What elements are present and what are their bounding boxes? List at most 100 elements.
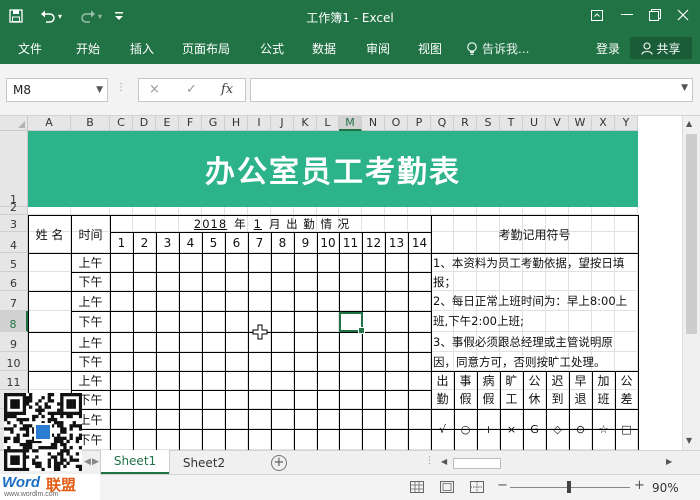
tab-insert[interactable]: 插入 — [130, 40, 154, 57]
cancel-icon[interactable]: × — [149, 82, 160, 97]
day-number: 1 — [117, 235, 126, 250]
enter-icon[interactable]: ✓ — [186, 82, 197, 97]
column-header[interactable]: U — [523, 116, 546, 131]
page-break-preview-icon[interactable] — [470, 481, 484, 496]
selected-cell[interactable] — [339, 312, 365, 334]
name-box[interactable]: M8 ▼ — [6, 78, 108, 102]
row-header[interactable]: 3 — [0, 215, 28, 232]
column-header[interactable]: S — [477, 116, 500, 131]
prev-sheet-icon[interactable]: ◀ — [84, 457, 91, 467]
legend-label-top: 迟 — [551, 374, 564, 388]
row-header[interactable]: 10 — [0, 352, 28, 371]
tab-split-handle-icon[interactable]: ⋮ — [425, 456, 434, 466]
column-header[interactable]: M — [339, 116, 362, 131]
horizontal-scroll-thumb[interactable] — [453, 458, 501, 469]
zoom-level[interactable]: 90% — [652, 481, 679, 495]
ribbon-display-options-icon[interactable] — [582, 4, 612, 26]
column-header[interactable]: P — [408, 116, 431, 131]
horizontal-scrollbar[interactable]: ◀ ▶ — [438, 457, 678, 470]
zoom-slider-knob[interactable] — [567, 481, 571, 493]
row-header[interactable]: 9 — [0, 332, 28, 352]
sheet-tab-sheet2[interactable]: Sheet2 — [170, 451, 238, 474]
column-header[interactable]: X — [592, 116, 615, 131]
redo-icon[interactable]: ▾ — [76, 6, 106, 26]
tab-home[interactable]: 开始 — [76, 40, 100, 57]
share-button[interactable]: 共享 — [630, 37, 692, 59]
row-header[interactable]: 1 — [0, 131, 28, 207]
column-header[interactable]: J — [271, 116, 294, 131]
column-header[interactable]: B — [71, 116, 110, 131]
scroll-right-icon[interactable]: ▶ — [666, 457, 672, 466]
column-header[interactable]: I — [248, 116, 271, 131]
legend-label-top: 公 — [528, 374, 541, 388]
column-header[interactable]: Y — [615, 116, 638, 131]
header-name: 姓 名 — [35, 227, 64, 242]
login-link[interactable]: 登录 — [596, 40, 620, 57]
row-header[interactable]: 8 — [0, 311, 28, 332]
sheet-tab-sheet1[interactable]: Sheet1 — [101, 450, 169, 474]
qr-code-icon — [4, 393, 83, 472]
legend-symbol: □ — [621, 423, 632, 436]
formula-input[interactable]: ▼ — [250, 78, 693, 102]
expand-formula-icon[interactable]: ▼ — [681, 83, 688, 93]
select-all-button[interactable] — [0, 116, 28, 131]
save-icon[interactable] — [6, 6, 26, 26]
zoom-out-icon[interactable]: − — [497, 478, 508, 493]
scroll-down-icon[interactable]: ▼ — [686, 436, 692, 445]
month-header-part: 2018 — [193, 216, 228, 231]
chevron-down-icon[interactable]: ▼ — [96, 79, 103, 101]
legend-symbol: √ — [438, 423, 446, 436]
add-sheet-icon[interactable]: + — [271, 455, 287, 471]
row-header[interactable]: 2 — [0, 201, 28, 215]
resize-handle-icon[interactable]: ⋮ — [116, 82, 126, 93]
tab-review[interactable]: 审阅 — [366, 40, 390, 57]
column-header[interactable]: R — [454, 116, 477, 131]
row-header[interactable]: 6 — [0, 272, 28, 291]
column-header[interactable]: E — [156, 116, 179, 131]
undo-icon[interactable]: ▾ — [36, 6, 66, 26]
customize-toolbar-icon[interactable] — [112, 6, 126, 26]
page-layout-view-icon[interactable] — [440, 481, 454, 496]
column-header[interactable]: L — [317, 116, 339, 131]
column-header[interactable]: W — [569, 116, 592, 131]
legend-symbol: ⊙ — [575, 423, 586, 436]
spreadsheet-grid[interactable]: 办公室员工考勤表 姓 名时间 考勤记用符号 2018 年 1 月 出 勤 情 况12345… — [0, 116, 700, 450]
column-header[interactable]: A — [28, 116, 71, 131]
tell-me-box[interactable]: 告诉我... — [466, 40, 529, 57]
row-header[interactable]: 5 — [0, 253, 28, 272]
row-header[interactable]: 7 — [0, 291, 28, 311]
column-header[interactable]: K — [294, 116, 317, 131]
restore-button[interactable] — [640, 4, 670, 26]
vertical-scrollbar[interactable]: ▲ ▼ — [682, 116, 700, 450]
scroll-up-icon[interactable]: ▲ — [686, 119, 692, 128]
scroll-left-icon[interactable]: ◀ — [441, 457, 447, 466]
row-header[interactable]: 4 — [0, 232, 28, 253]
shift-label: 上午 — [78, 335, 103, 350]
column-header[interactable]: D — [133, 116, 156, 131]
day-number: 5 — [209, 235, 218, 250]
column-header[interactable]: O — [385, 116, 408, 131]
column-header[interactable]: F — [179, 116, 202, 131]
normal-view-icon[interactable] — [410, 481, 424, 496]
next-sheet-icon[interactable]: ▶ — [92, 457, 99, 467]
column-header[interactable]: G — [202, 116, 225, 131]
column-header[interactable]: V — [546, 116, 569, 131]
tab-formulas[interactable]: 公式 — [260, 40, 284, 57]
minimize-button[interactable] — [612, 4, 642, 26]
tab-file[interactable]: 文件 — [18, 40, 42, 57]
day-number: 8 — [278, 235, 287, 250]
column-header[interactable]: H — [225, 116, 248, 131]
zoom-in-icon[interactable]: + — [634, 478, 645, 493]
tab-view[interactable]: 视图 — [418, 40, 442, 57]
column-header[interactable]: N — [362, 116, 385, 131]
tab-data[interactable]: 数据 — [312, 40, 336, 57]
tab-page-layout[interactable]: 页面布局 — [182, 40, 230, 57]
title-banner[interactable]: 办公室员工考勤表 — [28, 131, 638, 207]
close-button[interactable] — [668, 4, 698, 26]
vertical-scroll-thumb[interactable] — [686, 134, 697, 334]
row-header[interactable]: 11 — [0, 371, 28, 390]
column-header[interactable]: T — [500, 116, 523, 131]
column-header[interactable]: Q — [431, 116, 454, 131]
insert-function-icon[interactable]: fx — [221, 82, 233, 97]
column-header[interactable]: C — [110, 116, 133, 131]
